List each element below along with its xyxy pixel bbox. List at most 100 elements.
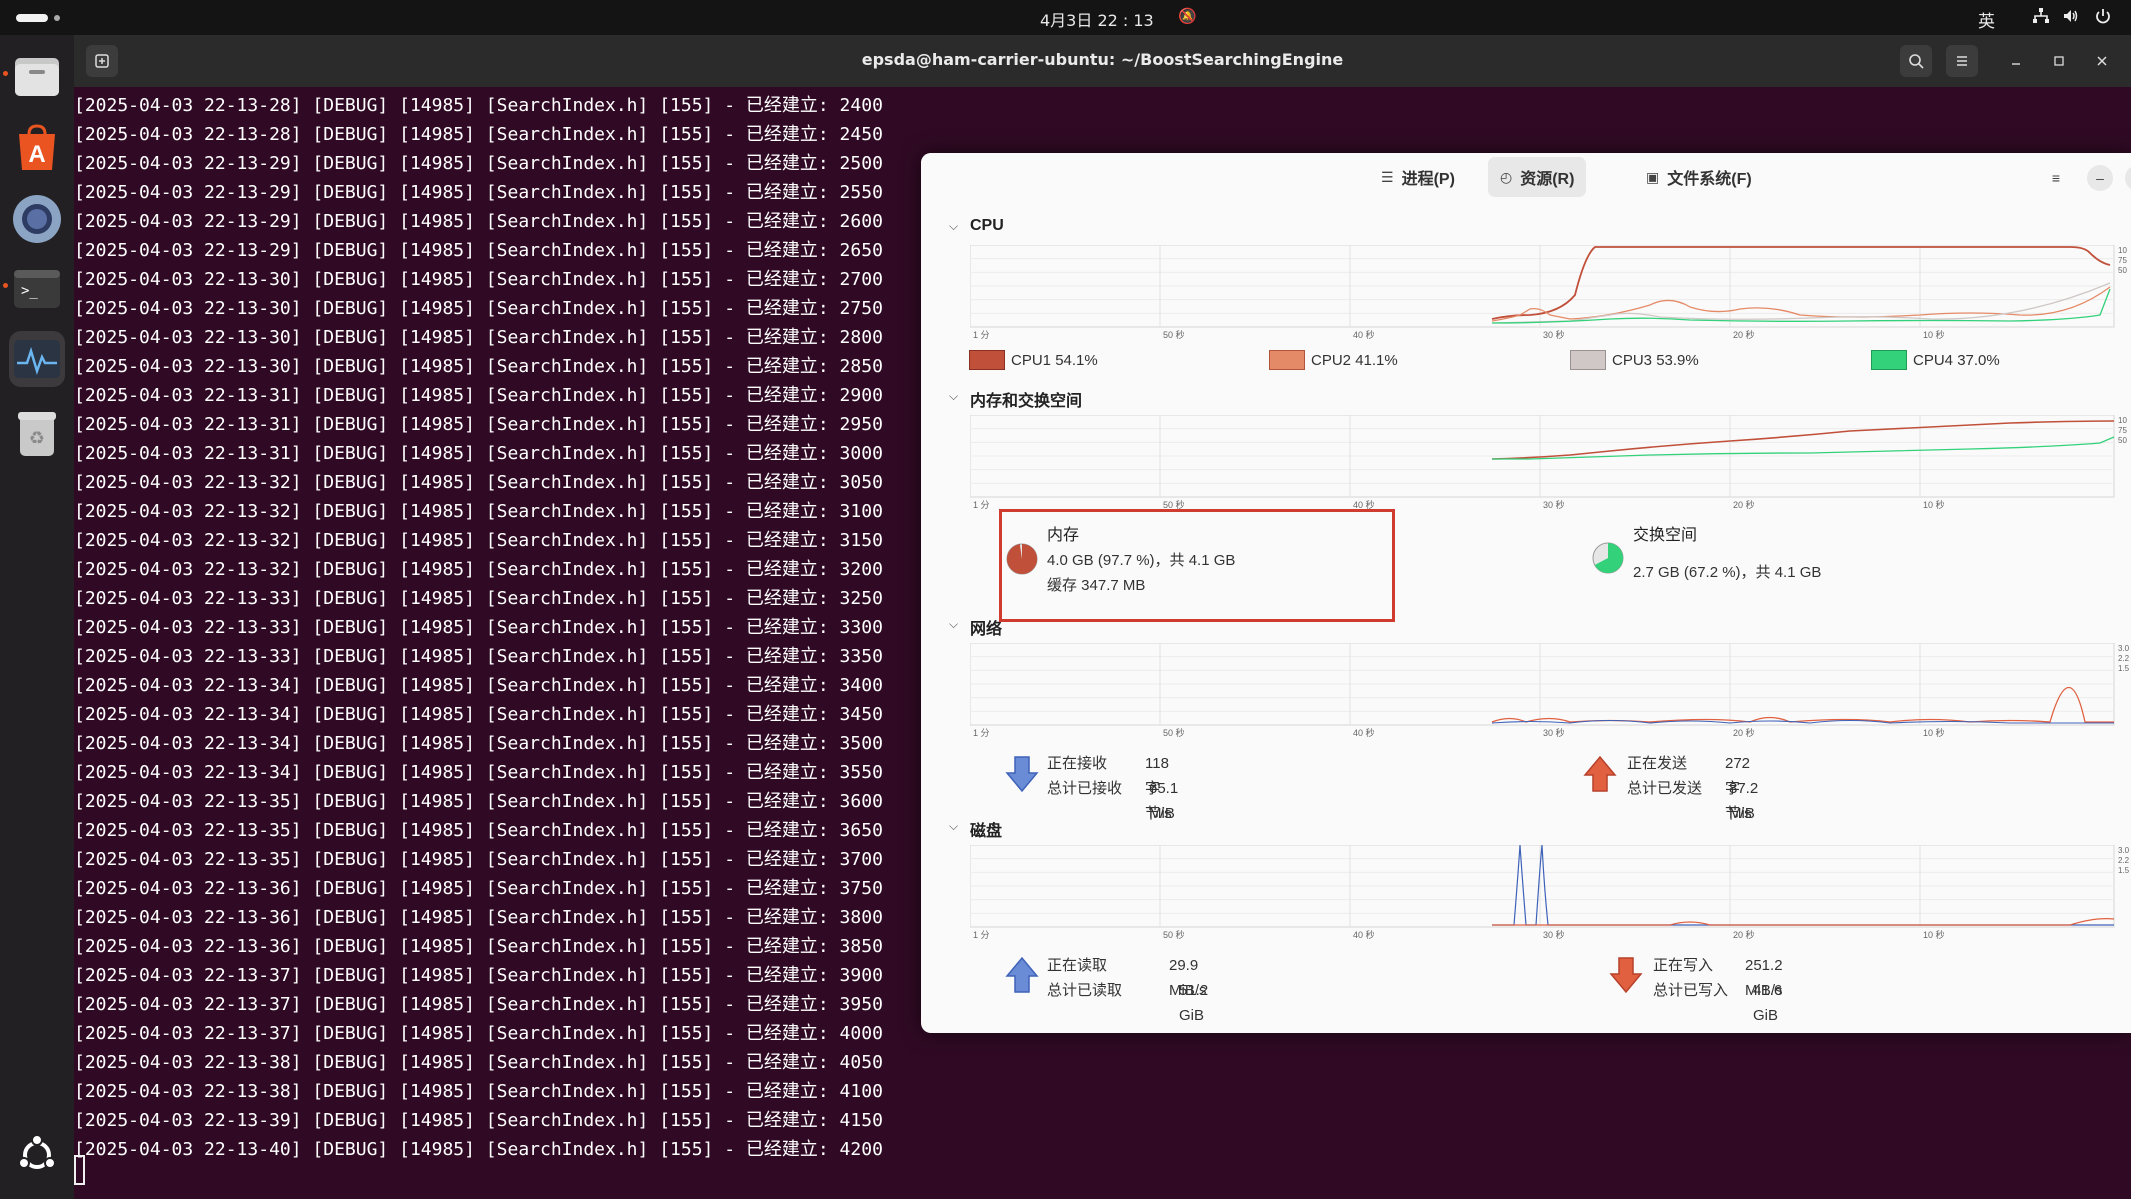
network-receive-info: 正在接收 118 字节/s 总计已接收 65.1 MiB — [1047, 751, 1178, 822]
terminal-line: [2025-04-03 22-13-32] [DEBUG] [14985] [S… — [74, 472, 883, 493]
x-tick-label: 40 秒 — [1353, 727, 1375, 738]
terminal-line: [2025-04-03 22-13-38] [DEBUG] [14985] [S… — [74, 1052, 883, 1073]
search-icon[interactable] — [1900, 45, 1932, 77]
x-tick-label: 20 秒 — [1733, 329, 1755, 339]
tab-processes[interactable]: ☰ 进程(P) — [1369, 157, 1467, 197]
y-tick-label: 2.2 — [2118, 654, 2130, 663]
dock: A >_ ♻ — [0, 35, 74, 1199]
memory-section-title[interactable]: 内存和交换空间 — [970, 387, 1082, 411]
network-graph: 1 分 50 秒 40 秒 30 秒 20 秒 10 秒 3.02.21.5 — [970, 643, 2130, 738]
terminal-line: [2025-04-03 22-13-36] [DEBUG] [14985] [S… — [74, 878, 883, 899]
terminal-line: [2025-04-03 22-13-37] [DEBUG] [14985] [S… — [74, 994, 883, 1015]
cpu3-color-swatch[interactable] — [1570, 350, 1606, 370]
minimize-button[interactable] — [2000, 45, 2032, 77]
terminal-title: epsda@ham-carrier-ubuntu: ~/BoostSearchi… — [861, 50, 1344, 69]
y-tick-label: 2.2 — [2118, 856, 2130, 865]
reading-label: 正在读取 — [1047, 957, 1108, 974]
tab-resources[interactable]: ◴ 资源(R) — [1488, 157, 1587, 197]
memory-highlight-box — [999, 509, 1395, 622]
terminal-line: [2025-04-03 22-13-36] [DEBUG] [14985] [S… — [74, 936, 883, 957]
hamburger-menu-icon[interactable] — [1946, 45, 1978, 77]
terminal-line: [2025-04-03 22-13-34] [DEBUG] [14985] [S… — [74, 675, 883, 696]
total-received-label: 总计已接收 — [1047, 780, 1123, 797]
notifications-muted-icon[interactable]: 🔕 — [1178, 7, 1197, 25]
power-icon[interactable] — [2094, 7, 2112, 29]
memory-collapse-chevron-icon[interactable]: ⌵ — [949, 389, 958, 404]
x-tick-label: 30 秒 — [1543, 727, 1565, 738]
system-monitor-icon[interactable] — [9, 331, 65, 387]
x-tick-label: 1 分 — [973, 500, 990, 510]
terminal-line: [2025-04-03 22-13-30] [DEBUG] [14985] [S… — [74, 269, 883, 290]
x-tick-label: 10 秒 — [1923, 727, 1945, 738]
terminal-icon[interactable]: >_ — [9, 261, 65, 317]
activities-indicator[interactable] — [16, 14, 48, 22]
monitor-menu-icon[interactable]: ≡ — [2043, 165, 2069, 191]
cpu3-label: CPU3 — [1612, 351, 1653, 369]
network-icon[interactable] — [2032, 7, 2050, 29]
x-tick-label: 10 秒 — [1923, 929, 1945, 940]
terminal-line: [2025-04-03 22-13-35] [DEBUG] [14985] [S… — [74, 791, 883, 812]
disk-read-arrow-icon — [1005, 956, 1039, 999]
running-indicator — [3, 71, 8, 76]
y-tick-label: 50 — [2118, 266, 2127, 275]
y-tick-label: 75 — [2118, 256, 2127, 265]
x-tick-label: 1 分 — [973, 330, 990, 339]
tab-file-systems[interactable]: ▣ 文件系统(F) — [1634, 157, 1764, 197]
cpu2-value: 41.1% — [1355, 351, 1398, 369]
swap-usage: 2.7 GB (67.2 %)，共 4.1 GB — [1633, 564, 1822, 581]
x-tick-label: 1 分 — [973, 930, 990, 940]
disk-section-title[interactable]: 磁盘 — [970, 817, 1002, 841]
ubuntu-apps-icon[interactable] — [9, 1127, 65, 1183]
terminal-line: [2025-04-03 22-13-29] [DEBUG] [14985] [S… — [74, 153, 883, 174]
cpu2-color-swatch[interactable] — [1269, 350, 1305, 370]
app-center-icon[interactable]: A — [9, 120, 65, 176]
download-arrow-icon — [1005, 755, 1039, 798]
monitor-maximize-button[interactable]: □ — [2125, 165, 2131, 191]
svg-text:>_: >_ — [21, 283, 38, 299]
trash-icon[interactable]: ♻ — [9, 406, 65, 462]
cpu2-legend: CPU2 41.1% — [1269, 350, 1398, 370]
x-tick-label: 1 分 — [973, 728, 990, 738]
cpu-section-title[interactable]: CPU — [970, 217, 1004, 235]
cpu4-value: 37.0% — [1957, 351, 2000, 369]
chromium-icon[interactable] — [9, 191, 65, 247]
terminal-line: [2025-04-03 22-13-35] [DEBUG] [14985] [S… — [74, 820, 883, 841]
cpu3-value: 53.9% — [1656, 351, 1699, 369]
cpu-collapse-chevron-icon[interactable]: ⌵ — [949, 219, 958, 234]
tab-resources-label: 资源(R) — [1520, 171, 1575, 188]
cpu4-color-swatch[interactable] — [1871, 350, 1907, 370]
cpu3-legend: CPU3 53.9% — [1570, 350, 1699, 370]
network-collapse-chevron-icon[interactable]: ⌵ — [949, 617, 958, 632]
cpu1-color-swatch[interactable] — [969, 350, 1005, 370]
maximize-button[interactable] — [2043, 45, 2075, 77]
total-sent-value: 87.2 MiB — [1729, 780, 1759, 822]
disk-write-arrow-icon — [1609, 956, 1643, 999]
y-tick-label: 1.5 — [2118, 866, 2130, 875]
terminal-line: [2025-04-03 22-13-31] [DEBUG] [14985] [S… — [74, 443, 883, 464]
receiving-label: 正在接收 — [1047, 755, 1108, 772]
close-button[interactable] — [2086, 45, 2118, 77]
input-method-indicator[interactable]: 英 — [1978, 7, 1995, 32]
terminal-line: [2025-04-03 22-13-34] [DEBUG] [14985] [S… — [74, 762, 883, 783]
workspace-dot — [54, 15, 60, 21]
x-tick-label: 30 秒 — [1543, 499, 1565, 510]
drive-icon: ▣ — [1646, 168, 1660, 185]
running-indicator — [3, 283, 8, 288]
gauge-icon: ◴ — [1500, 168, 1513, 185]
disk-collapse-chevron-icon[interactable]: ⌵ — [949, 819, 958, 834]
terminal-line: [2025-04-03 22-13-37] [DEBUG] [14985] [S… — [74, 1023, 883, 1044]
x-tick-label: 20 秒 — [1733, 727, 1755, 738]
terminal-cursor — [74, 1155, 85, 1185]
clock[interactable]: 4月3日 22 : 13 — [1040, 7, 1154, 31]
volume-icon[interactable] — [2062, 7, 2080, 29]
monitor-minimize-button[interactable]: – — [2087, 165, 2113, 191]
terminal-line: [2025-04-03 22-13-29] [DEBUG] [14985] [S… — [74, 182, 883, 203]
network-section-title[interactable]: 网络 — [970, 615, 1002, 639]
svg-text:♻: ♻ — [29, 428, 45, 449]
list-icon: ☰ — [1381, 168, 1394, 185]
terminal-line: [2025-04-03 22-13-33] [DEBUG] [14985] [S… — [74, 617, 883, 638]
terminal-line: [2025-04-03 22-13-29] [DEBUG] [14985] [S… — [74, 211, 883, 232]
terminal-line: [2025-04-03 22-13-30] [DEBUG] [14985] [S… — [74, 298, 883, 319]
files-icon[interactable] — [9, 48, 65, 104]
terminal-line: [2025-04-03 22-13-39] [DEBUG] [14985] [S… — [74, 1110, 883, 1131]
